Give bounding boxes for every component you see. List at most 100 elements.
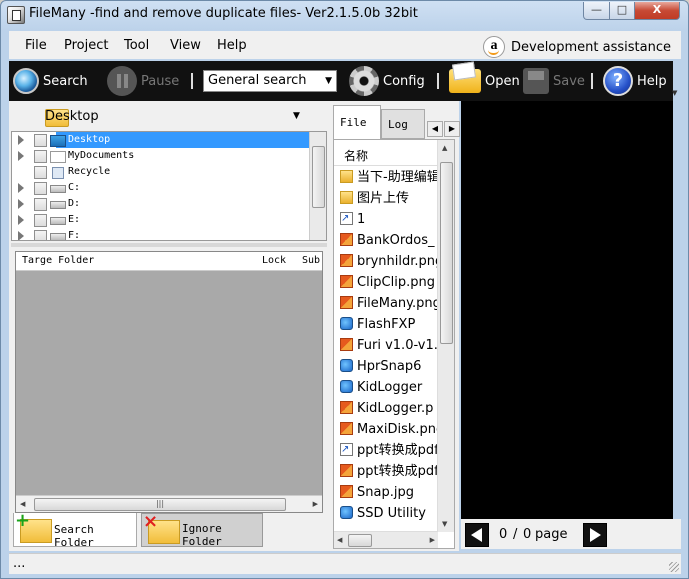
- save-button[interactable]: Save: [523, 65, 585, 97]
- list-item-label: BankOrdos_: [357, 233, 435, 248]
- folder-tree[interactable]: Desktop MyDocuments Recycle C: D: E: F:: [11, 131, 327, 241]
- panel-splitter[interactable]: [11, 243, 327, 247]
- toolbar-separator: [437, 73, 439, 89]
- expand-arrow-icon[interactable]: [18, 215, 24, 225]
- list-item[interactable]: FlashFXP: [340, 315, 440, 335]
- column-target-folder[interactable]: Targe Folder: [22, 255, 94, 266]
- scroll-up-icon[interactable]: ▲: [442, 144, 447, 152]
- tree-item[interactable]: C:: [12, 180, 312, 196]
- list-item[interactable]: MaxiDisk.png: [340, 420, 440, 440]
- horizontal-scrollbar[interactable]: ◀ ||| ▶: [16, 495, 322, 512]
- development-assistance-link[interactable]: a Development assistance: [483, 36, 671, 58]
- shortcut-icon: [340, 441, 353, 460]
- chevron-down-icon[interactable]: ▼: [672, 89, 677, 97]
- page-separator: /: [513, 527, 518, 542]
- scroll-down-icon[interactable]: ▼: [442, 520, 447, 528]
- horizontal-scrollbar[interactable]: ◀ ▶: [334, 531, 438, 548]
- open-button[interactable]: Open: [449, 65, 520, 97]
- tree-item[interactable]: F:: [12, 228, 312, 240]
- left-panel: Desktop ▼ Desktop MyDocuments Recycle C:…: [9, 101, 331, 551]
- location-select[interactable]: Desktop ▼: [11, 103, 329, 129]
- scrollbar-thumb[interactable]: [440, 162, 453, 344]
- scrollbar-thumb[interactable]: [312, 146, 325, 208]
- tab-ignore-folder-label: Ignore Folder: [182, 522, 222, 548]
- tab-ignore-folder[interactable]: Ignore Folder: [141, 511, 263, 548]
- menu-help[interactable]: Help: [217, 38, 247, 53]
- list-item-label: HprSnap6: [357, 359, 422, 374]
- app-icon: [7, 6, 25, 24]
- resize-grip-icon[interactable]: [669, 562, 679, 572]
- column-name[interactable]: 名称: [334, 146, 438, 166]
- maximize-button[interactable]: □: [609, 2, 635, 20]
- scroll-right-icon[interactable]: ▶: [313, 500, 318, 508]
- scrollbar-thumb[interactable]: |||: [34, 498, 286, 511]
- list-item[interactable]: ppt转换成pdf: [340, 441, 440, 461]
- window-title: FileMany -find and remove duplicate file…: [29, 6, 418, 21]
- next-page-button[interactable]: [583, 523, 607, 547]
- menu-project[interactable]: Project: [64, 38, 108, 53]
- list-item[interactable]: HprSnap6: [340, 357, 440, 377]
- tree-item[interactable]: MyDocuments: [12, 148, 312, 164]
- list-item[interactable]: ppt转换成pdf: [340, 462, 440, 482]
- expand-arrow-icon[interactable]: [18, 231, 24, 240]
- target-folder-list[interactable]: Targe Folder Lock Sub ◀ ||| ▶: [15, 251, 323, 513]
- list-item[interactable]: FileMany.png: [340, 294, 440, 314]
- config-button[interactable]: Config: [349, 65, 425, 97]
- tab-file[interactable]: File: [333, 105, 381, 143]
- tree-item[interactable]: E:: [12, 212, 312, 228]
- tab-search-folder[interactable]: Search Folder: [13, 510, 137, 549]
- tree-checkbox[interactable]: [34, 214, 47, 227]
- add-folder-icon: [15, 510, 52, 543]
- list-item[interactable]: 当下-助理编辑: [340, 168, 440, 188]
- menu-tool[interactable]: Tool: [124, 38, 149, 53]
- list-item[interactable]: 图片上传: [340, 189, 440, 209]
- chevron-right-icon[interactable]: ▶: [444, 121, 460, 137]
- file-list[interactable]: 名称 当下-助理编辑图片上传 1 BankOrdos_ brynhildr.png Cl…: [333, 139, 455, 549]
- close-button[interactable]: X: [634, 2, 680, 20]
- tab-log[interactable]: Log: [381, 109, 425, 139]
- tree-checkbox[interactable]: [34, 182, 47, 195]
- menu-file[interactable]: File: [25, 38, 47, 53]
- list-item[interactable]: brynhildr.png: [340, 252, 440, 272]
- chevron-left-icon[interactable]: ◀: [427, 121, 443, 137]
- scroll-right-icon[interactable]: ▶: [430, 536, 435, 544]
- tree-checkbox[interactable]: [34, 166, 47, 179]
- list-item[interactable]: ClipClip.png: [340, 273, 440, 293]
- tree-checkbox[interactable]: [34, 150, 47, 163]
- expand-arrow-icon[interactable]: [18, 199, 24, 209]
- tree-item[interactable]: D:: [12, 196, 312, 212]
- list-item[interactable]: BankOrdos_: [340, 231, 440, 251]
- pause-button[interactable]: Pause: [107, 65, 179, 97]
- list-item[interactable]: KidLogger: [340, 378, 440, 398]
- column-lock[interactable]: Lock: [262, 255, 286, 266]
- expand-arrow-icon[interactable]: [18, 151, 24, 161]
- scroll-left-icon[interactable]: ◀: [337, 536, 342, 544]
- previous-page-button[interactable]: [465, 523, 489, 547]
- tree-scrollbar[interactable]: [309, 132, 326, 240]
- expand-arrow-icon[interactable]: [18, 183, 24, 193]
- help-button[interactable]: ? Help: [603, 65, 667, 97]
- title-bar: FileMany -find and remove duplicate file…: [1, 1, 688, 29]
- tree-item-label: Recycle: [68, 166, 111, 177]
- tree-item[interactable]: Recycle: [12, 164, 312, 180]
- column-sub[interactable]: Sub: [302, 255, 320, 266]
- list-item[interactable]: 1: [340, 210, 440, 230]
- minimize-button[interactable]: —: [583, 2, 610, 20]
- image-file-icon: [340, 422, 353, 435]
- tree-checkbox[interactable]: [34, 198, 47, 211]
- expand-arrow-icon[interactable]: [18, 135, 24, 145]
- scroll-left-icon[interactable]: ◀: [20, 500, 25, 508]
- list-item[interactable]: SSD Utility: [340, 504, 440, 524]
- tree-checkbox[interactable]: [34, 134, 47, 147]
- menu-view[interactable]: View: [170, 38, 201, 53]
- search-mode-select[interactable]: General search ▼: [203, 70, 337, 92]
- tree-item-label: MyDocuments: [68, 150, 135, 161]
- file-list-scrollbar[interactable]: ▲ ▼: [437, 140, 454, 532]
- tree-checkbox[interactable]: [34, 230, 47, 240]
- list-item[interactable]: Snap.jpg: [340, 483, 440, 503]
- list-item[interactable]: KidLogger.p: [340, 399, 440, 419]
- scrollbar-thumb[interactable]: [348, 534, 372, 547]
- search-button[interactable]: Search: [13, 65, 88, 97]
- list-item[interactable]: Furi v1.0-v1.: [340, 336, 440, 356]
- tree-item[interactable]: Desktop: [12, 132, 312, 148]
